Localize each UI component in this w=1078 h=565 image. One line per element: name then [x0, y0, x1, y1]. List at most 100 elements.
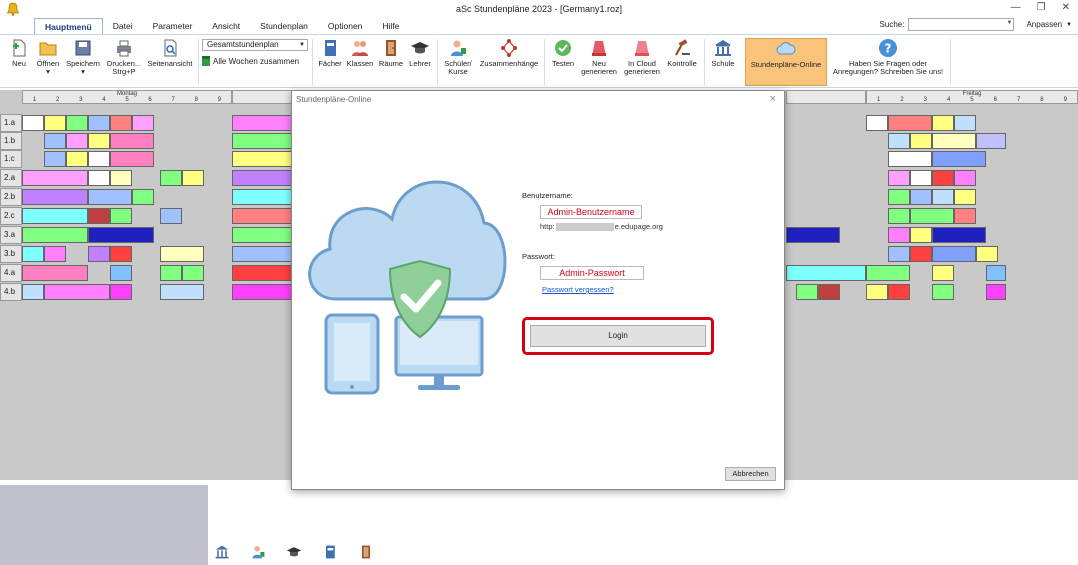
maximize-button[interactable]: ❐ — [1037, 2, 1046, 13]
lesson-cell[interactable] — [110, 265, 132, 281]
page-preview-button[interactable]: Seitenansicht — [145, 38, 195, 86]
print-button[interactable]: Drucken... Strg+P — [104, 38, 144, 86]
student-icon[interactable] — [250, 544, 266, 560]
test-button[interactable]: Testen — [548, 38, 578, 86]
lesson-cell[interactable] — [954, 115, 976, 131]
lesson-cell[interactable] — [932, 246, 976, 262]
door-icon[interactable] — [358, 544, 374, 560]
lesson-cell[interactable] — [986, 284, 1006, 300]
row-label[interactable]: 3.a — [0, 226, 22, 244]
lesson-cell[interactable] — [888, 208, 910, 224]
lesson-cell[interactable] — [110, 115, 132, 131]
lesson-cell[interactable] — [866, 265, 910, 281]
lesson-cell[interactable] — [88, 246, 110, 262]
lesson-cell[interactable] — [954, 208, 976, 224]
customize-button[interactable]: Anpassen — [1026, 20, 1062, 29]
lesson-cell[interactable] — [160, 208, 182, 224]
row-label[interactable]: 2.b — [0, 188, 22, 206]
timetable-view-select[interactable]: Gesamtstundenplan ▼ — [202, 39, 308, 51]
cancel-button[interactable]: Abbrechen — [725, 467, 776, 481]
lesson-cell[interactable] — [910, 170, 932, 186]
lesson-cell[interactable] — [932, 227, 986, 243]
lesson-cell[interactable] — [44, 151, 66, 167]
lesson-cell[interactable] — [888, 189, 910, 205]
lesson-cell[interactable] — [88, 189, 132, 205]
lesson-cell[interactable] — [88, 115, 110, 131]
lesson-cell[interactable] — [66, 115, 88, 131]
lesson-cell[interactable] — [910, 227, 932, 243]
lesson-cell[interactable] — [888, 170, 910, 186]
lesson-cell[interactable] — [910, 246, 932, 262]
all-weeks-toggle[interactable]: Alle Wochen zusammen — [202, 55, 308, 67]
graduation-cap-icon[interactable] — [286, 544, 302, 560]
school-button[interactable]: Schule — [707, 38, 739, 86]
lesson-cell[interactable] — [44, 133, 66, 149]
row-label[interactable]: 3.b — [0, 245, 22, 263]
lesson-cell[interactable] — [232, 170, 292, 186]
username-input[interactable]: Admin-Benutzername — [540, 205, 642, 219]
lesson-cell[interactable] — [932, 151, 986, 167]
row-label[interactable]: 4.b — [0, 283, 22, 301]
lesson-cell[interactable] — [160, 284, 204, 300]
lesson-cell[interactable] — [232, 133, 292, 149]
lesson-cell[interactable] — [866, 115, 888, 131]
lesson-cell[interactable] — [910, 208, 954, 224]
lesson-cell[interactable] — [932, 284, 954, 300]
school-building-icon[interactable] — [214, 544, 230, 560]
lesson-cell[interactable] — [88, 208, 110, 224]
lesson-cell[interactable] — [888, 227, 910, 243]
lesson-cell[interactable] — [932, 265, 954, 281]
lesson-cell[interactable] — [160, 170, 182, 186]
lesson-cell[interactable] — [22, 227, 88, 243]
lesson-cell[interactable] — [88, 133, 110, 149]
row-label[interactable]: 4.a — [0, 264, 22, 282]
lesson-cell[interactable] — [22, 246, 44, 262]
tab-datei[interactable]: Datei — [103, 18, 143, 34]
lesson-cell[interactable] — [110, 133, 154, 149]
lesson-cell[interactable] — [22, 265, 88, 281]
new-button[interactable]: Neu — [8, 38, 30, 86]
lesson-cell[interactable] — [932, 115, 954, 131]
forgot-password-link[interactable]: Passwort vergessen? — [542, 285, 614, 294]
lesson-cell[interactable] — [796, 284, 818, 300]
lesson-cell[interactable] — [888, 284, 910, 300]
lesson-cell[interactable] — [22, 189, 88, 205]
lesson-cell[interactable] — [44, 246, 66, 262]
lesson-cell[interactable] — [110, 284, 132, 300]
relations-button[interactable]: Zusammenhänge — [477, 38, 541, 86]
minimize-button[interactable]: — — [1011, 2, 1021, 13]
lesson-cell[interactable] — [910, 133, 932, 149]
login-button[interactable]: Login — [530, 325, 706, 347]
subjects-button[interactable]: Fächer — [316, 38, 344, 86]
lesson-cell[interactable] — [160, 246, 204, 262]
lesson-cell[interactable] — [22, 284, 44, 300]
lesson-cell[interactable] — [932, 170, 954, 186]
lesson-cell[interactable] — [132, 115, 154, 131]
lesson-cell[interactable] — [232, 115, 292, 131]
lesson-cell[interactable] — [954, 189, 976, 205]
lesson-cell[interactable] — [132, 189, 154, 205]
search-input[interactable]: ▼ — [908, 18, 1015, 31]
open-button[interactable]: Öffnen ▾ — [34, 38, 62, 86]
rooms-button[interactable]: Räume — [377, 38, 405, 86]
chevron-down-icon[interactable]: ▼ — [1007, 20, 1013, 26]
lesson-cell[interactable] — [232, 208, 292, 224]
lesson-cell[interactable] — [976, 246, 998, 262]
lesson-cell[interactable] — [110, 151, 154, 167]
lesson-cell[interactable] — [110, 246, 132, 262]
row-label[interactable]: 1.c — [0, 150, 22, 168]
row-label[interactable]: 2.c — [0, 207, 22, 225]
lesson-cell[interactable] — [88, 227, 154, 243]
lesson-cell[interactable] — [932, 133, 976, 149]
lesson-cell[interactable] — [232, 151, 292, 167]
lesson-cell[interactable] — [232, 246, 292, 262]
classes-button[interactable]: Klassen — [345, 38, 375, 86]
students-courses-button[interactable]: Schüler/Kurse — [440, 38, 476, 86]
lesson-cell[interactable] — [44, 284, 110, 300]
row-label[interactable]: 1.b — [0, 132, 22, 150]
book-icon[interactable] — [322, 544, 338, 560]
lesson-cell[interactable] — [66, 133, 88, 149]
lesson-cell[interactable] — [88, 170, 110, 186]
lesson-cell[interactable] — [88, 151, 110, 167]
row-label[interactable]: 2.a — [0, 169, 22, 187]
